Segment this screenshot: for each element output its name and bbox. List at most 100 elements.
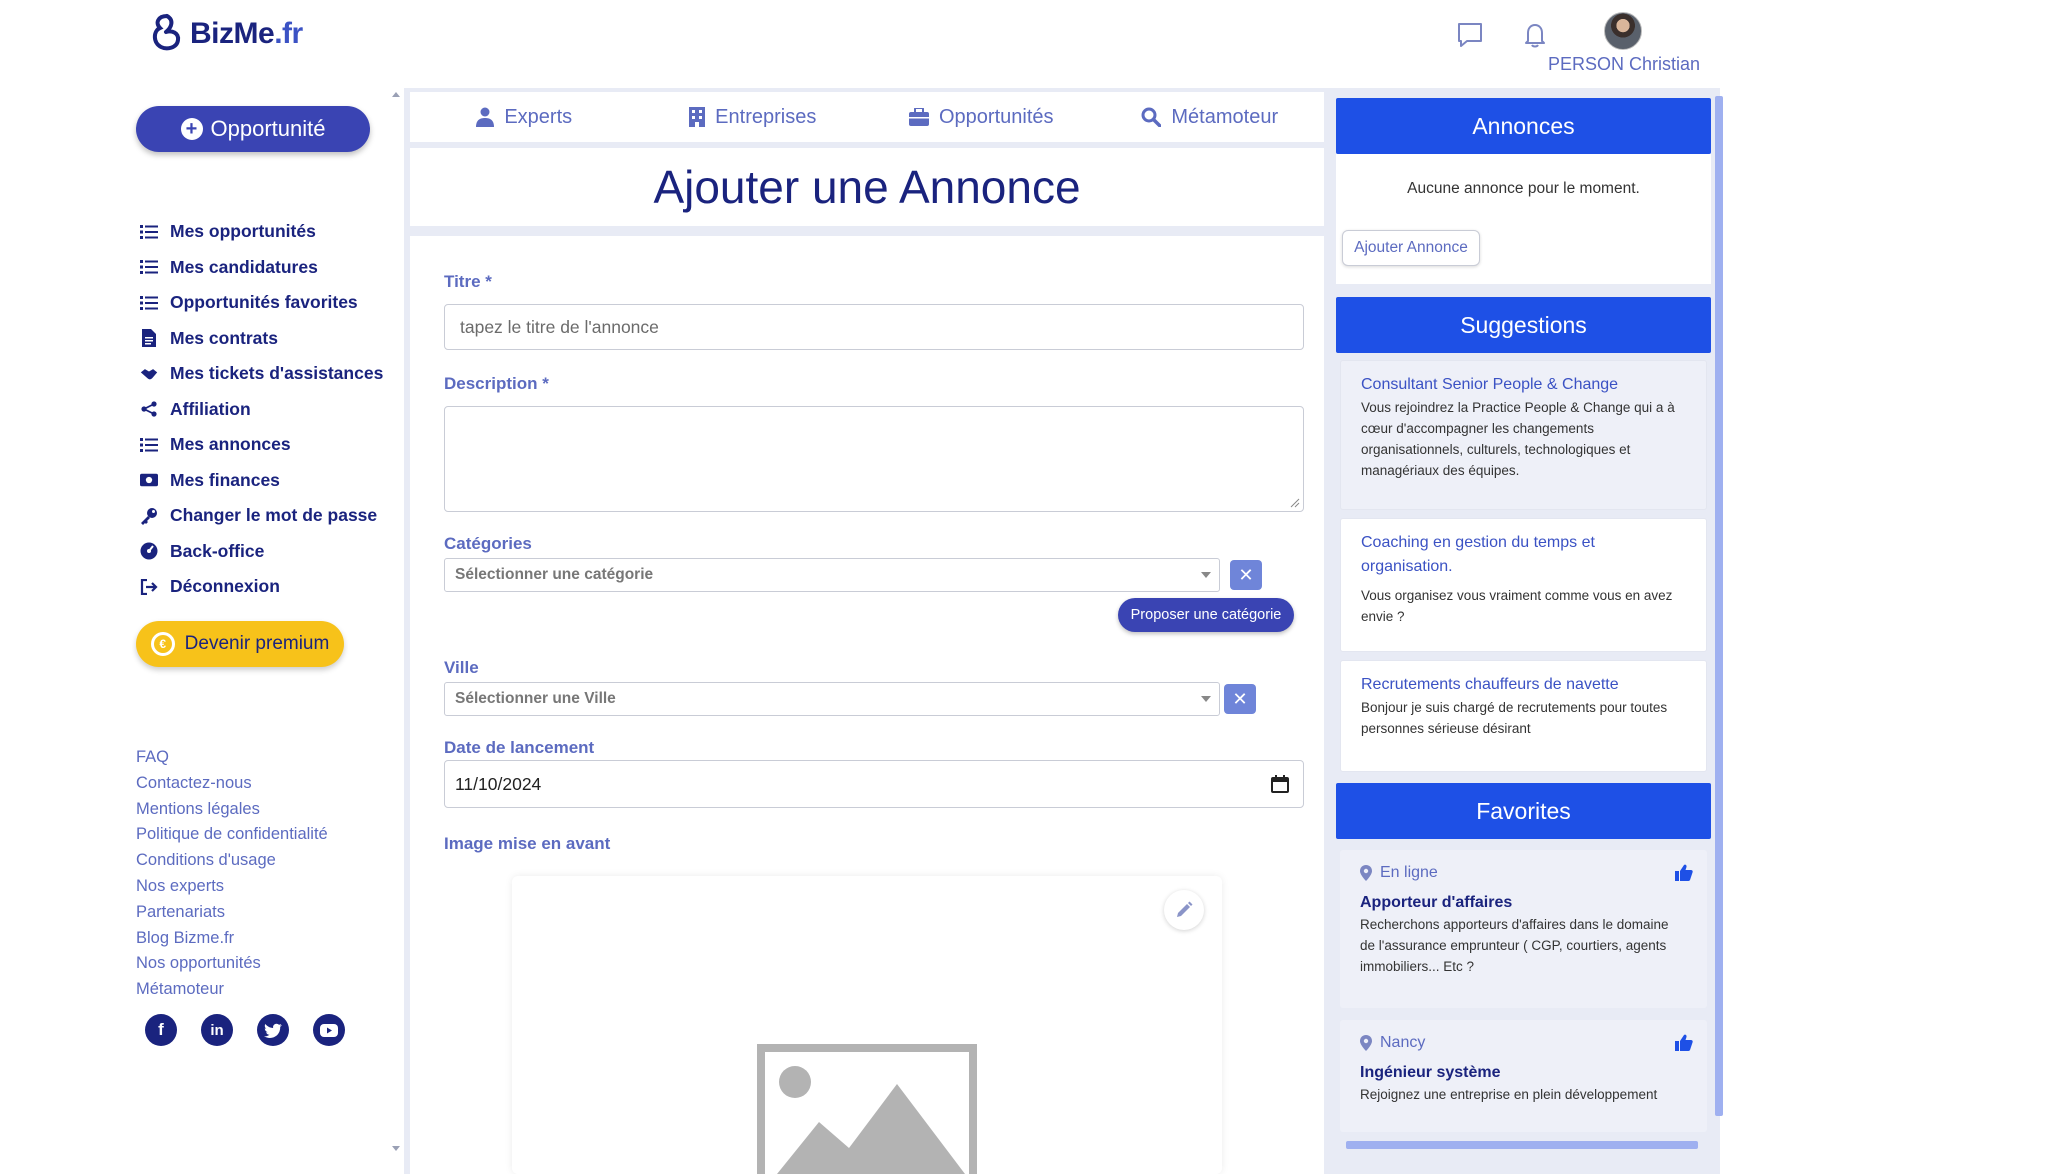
city-select-value: Sélectionner une Ville: [455, 690, 616, 707]
footer-link-privacy[interactable]: Politique de confidentialité: [136, 825, 328, 851]
dashboard-icon: [140, 542, 158, 560]
close-icon: ✕: [1238, 564, 1254, 585]
suggestion-card[interactable]: Consultant Senior People & Change Vous r…: [1340, 360, 1707, 510]
title-label: Titre *: [444, 272, 492, 291]
annonces-empty-text: Aucune annonce pour le moment.: [1407, 180, 1640, 197]
footer-link-mentions[interactable]: Mentions légales: [136, 800, 328, 826]
sidebar-item-label: Changer le mot de passe: [170, 505, 378, 526]
suggestion-card[interactable]: Recrutements chauffeurs de navette Bonjo…: [1340, 660, 1707, 772]
logo-suffix: .fr: [274, 17, 303, 50]
premium-button[interactable]: € Devenir premium: [136, 621, 344, 667]
favorite-location: En ligne: [1380, 864, 1438, 881]
list-icon: [140, 223, 158, 241]
right-panel-horizontal-scrollbar[interactable]: [1336, 1140, 1711, 1150]
thumbs-up-icon[interactable]: [1675, 864, 1693, 881]
favorite-card[interactable]: Nancy Ingénieur système Rejoignez une en…: [1340, 1020, 1707, 1132]
image-label: Image mise en avant: [444, 834, 611, 853]
chevron-down-icon: [1201, 572, 1211, 578]
suggestion-description: Bonjour je suis chargé de recrutements p…: [1361, 700, 1668, 736]
sidebar-item-changer-mot-de-passe[interactable]: Changer le mot de passe: [140, 498, 400, 534]
favorites-header: Favorites: [1336, 783, 1711, 839]
plus-circle-icon: +: [180, 118, 203, 140]
favorite-location: Nancy: [1380, 1034, 1426, 1051]
avatar[interactable]: [1604, 12, 1642, 50]
categories-select[interactable]: Sélectionner une catégorie: [444, 558, 1220, 592]
sidebar-item-back-office[interactable]: Back-office: [140, 534, 400, 570]
thumbs-up-icon[interactable]: [1675, 1034, 1693, 1051]
categories-select-value: Sélectionner une catégorie: [455, 566, 654, 583]
facebook-icon[interactable]: f: [145, 1014, 177, 1046]
clear-categories-button[interactable]: ✕: [1230, 560, 1262, 590]
footer-link-terms[interactable]: Conditions d'usage: [136, 851, 328, 877]
sidebar-item-deconnexion[interactable]: Déconnexion: [140, 569, 400, 605]
sidebar-item-mes-contrats[interactable]: Mes contrats: [140, 321, 400, 357]
list-icon: [140, 294, 158, 312]
chat-icon[interactable]: [1455, 20, 1485, 50]
handshake-icon: [140, 365, 158, 383]
sidebar-item-mes-finances[interactable]: Mes finances: [140, 463, 400, 499]
add-annonce-button[interactable]: Ajouter Annonce: [1342, 230, 1480, 266]
key-icon: [140, 507, 158, 525]
suggestion-card[interactable]: Coaching en gestion du temps et organisa…: [1340, 518, 1707, 652]
premium-label: Devenir premium: [184, 633, 330, 654]
bizme-logo[interactable]: BizMe.fr: [150, 12, 303, 56]
image-upload-area[interactable]: [512, 876, 1222, 1174]
footer-link-faq[interactable]: FAQ: [136, 748, 328, 774]
categories-label: Catégories: [444, 534, 532, 553]
resize-handle-icon[interactable]: [1290, 498, 1300, 508]
city-select[interactable]: Sélectionner une Ville: [444, 682, 1220, 716]
twitter-icon[interactable]: [257, 1014, 289, 1046]
tab-label: Métamoteur: [1171, 105, 1279, 128]
favorite-title[interactable]: Ingénieur système: [1360, 1064, 1687, 1082]
footer-link-blog[interactable]: Blog Bizme.fr: [136, 929, 328, 955]
tab-metamoteur[interactable]: Métamoteur: [1096, 92, 1325, 142]
add-opportunity-button[interactable]: + Opportunité: [136, 106, 370, 152]
annonces-card: Aucune annonce pour le moment. Ajouter A…: [1336, 154, 1711, 284]
footer-link-opportunities[interactable]: Nos opportunités: [136, 954, 328, 980]
money-icon: [140, 471, 158, 489]
tab-label: Entreprises: [715, 105, 817, 128]
suggestion-description: Vous rejoindrez la Practice People & Cha…: [1361, 400, 1675, 478]
launch-date-value: 11/10/2024: [455, 773, 542, 794]
favorite-title[interactable]: Apporteur d'affaires: [1360, 894, 1687, 912]
sidebar-item-label: Déconnexion: [170, 576, 280, 597]
suggestion-title[interactable]: Recrutements chauffeurs de navette: [1361, 673, 1686, 697]
youtube-icon[interactable]: [313, 1014, 345, 1046]
favorite-card[interactable]: En ligne Apporteur d'affaires Recherchon…: [1340, 850, 1707, 1008]
logo-text: BizMe: [190, 17, 275, 50]
bell-icon[interactable]: [1520, 20, 1550, 50]
suggestions-header: Suggestions: [1336, 297, 1711, 353]
tab-opportunites[interactable]: Opportunités: [867, 92, 1096, 142]
sidebar-item-label: Opportunités favorites: [170, 292, 358, 313]
sidebar-item-label: Mes tickets d'assistances: [170, 363, 384, 384]
sidebar-item-label: Mes candidatures: [170, 256, 318, 277]
right-panel-vertical-scrollbar[interactable]: [1714, 96, 1724, 1156]
sidebar-item-mes-candidatures[interactable]: Mes candidatures: [140, 250, 400, 286]
sidebar-item-affiliation[interactable]: Affiliation: [140, 392, 400, 428]
launch-date-label: Date de lancement: [444, 738, 595, 757]
clear-city-button[interactable]: ✕: [1224, 684, 1256, 714]
footer-link-experts[interactable]: Nos experts: [136, 877, 328, 903]
footer-link-contact[interactable]: Contactez-nous: [136, 774, 328, 800]
suggestion-title[interactable]: Consultant Senior People & Change: [1361, 373, 1686, 397]
calendar-icon[interactable]: [1271, 775, 1289, 793]
sidebar-item-mes-annonces[interactable]: Mes annonces: [140, 427, 400, 463]
edit-image-button[interactable]: [1164, 890, 1204, 930]
launch-date-input[interactable]: 11/10/2024: [444, 760, 1304, 808]
suggestion-title[interactable]: Coaching en gestion du temps et organisa…: [1361, 531, 1686, 579]
user-name[interactable]: PERSON Christian: [1548, 54, 1700, 75]
tab-experts[interactable]: Experts: [410, 92, 639, 142]
footer-link-metamoteur[interactable]: Métamoteur: [136, 980, 328, 1006]
linkedin-icon[interactable]: in: [201, 1014, 233, 1046]
sidebar-item-opportunites-favorites[interactable]: Opportunités favorites: [140, 285, 400, 321]
sidebar-item-mes-tickets[interactable]: Mes tickets d'assistances: [140, 356, 400, 392]
list-icon: [140, 258, 158, 276]
tab-entreprises[interactable]: Entreprises: [639, 92, 868, 142]
sidebar-item-mes-opportunites[interactable]: Mes opportunités: [140, 214, 400, 250]
title-input[interactable]: tapez le titre de l'annonce: [444, 304, 1304, 350]
map-pin-icon: [1360, 865, 1372, 881]
footer-link-partners[interactable]: Partenariats: [136, 903, 328, 929]
coin-icon: €: [150, 632, 175, 656]
propose-category-button[interactable]: Proposer une catégorie: [1118, 598, 1294, 632]
description-textarea[interactable]: [444, 406, 1304, 512]
